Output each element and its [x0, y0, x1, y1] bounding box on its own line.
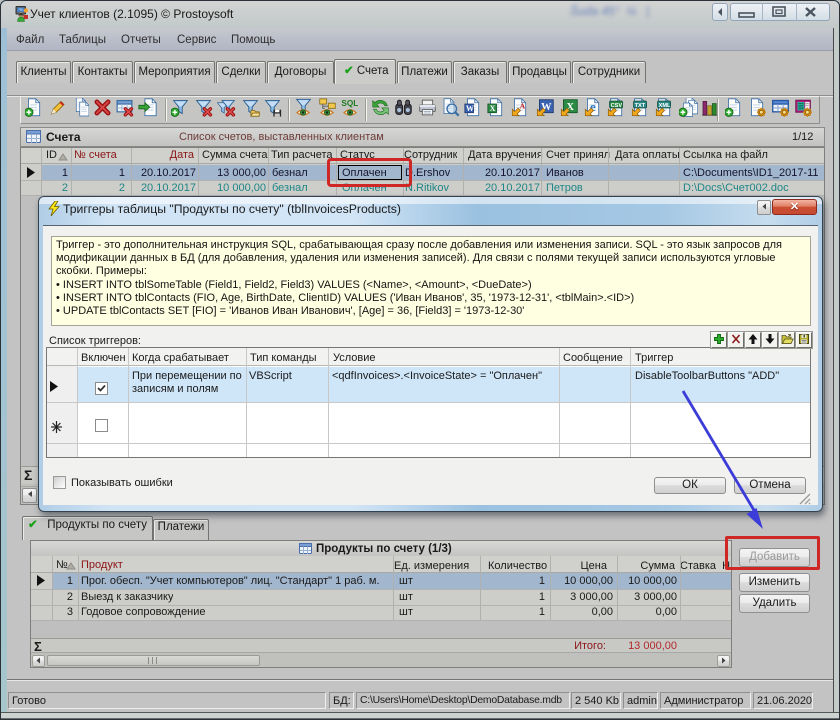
- svg-text:XML: XML: [659, 103, 671, 109]
- svg-text:A: A: [520, 101, 526, 110]
- svg-text:SQL: SQL: [341, 99, 358, 108]
- svg-text:TXT: TXT: [635, 103, 646, 109]
- svg-text:W: W: [466, 104, 475, 113]
- svg-text:CSV: CSV: [611, 103, 623, 109]
- svg-text:X: X: [490, 104, 496, 113]
